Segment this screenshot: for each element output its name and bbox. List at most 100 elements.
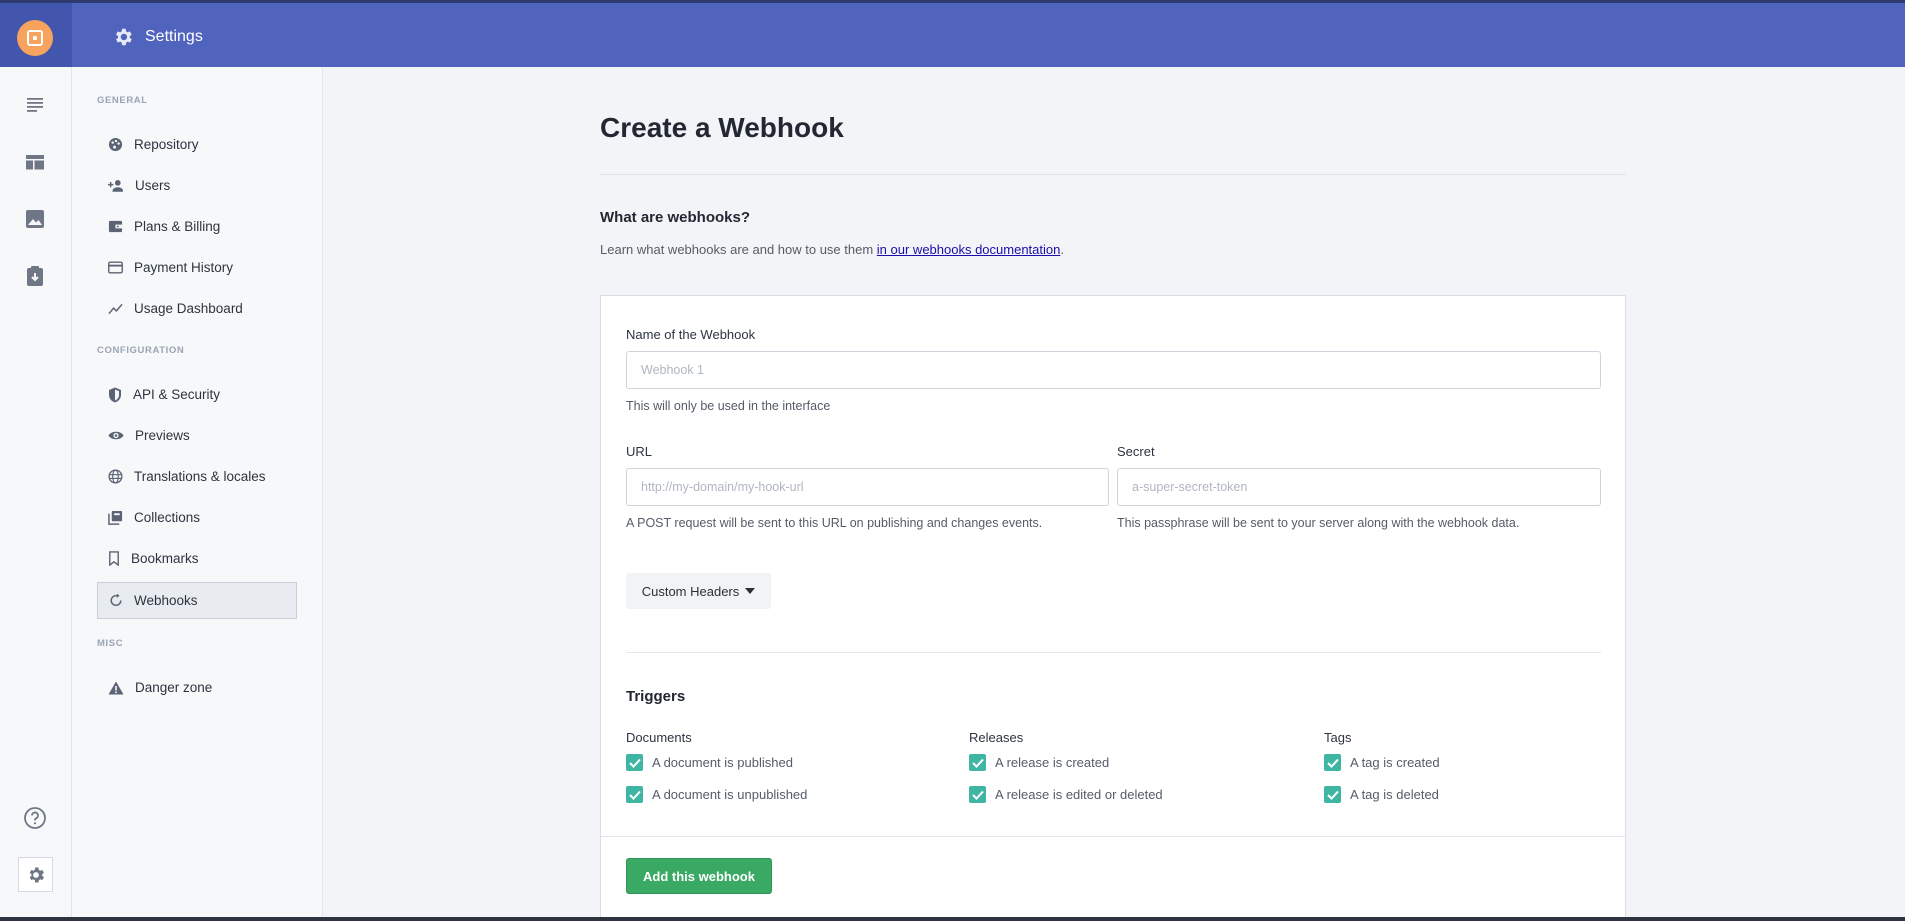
palette-icon	[108, 137, 123, 152]
checkbox-checked[interactable]	[626, 786, 643, 803]
settings-nav-button[interactable]	[18, 857, 53, 892]
webhook-name-input[interactable]	[626, 351, 1601, 389]
footer-divider	[601, 836, 1625, 837]
name-help-text: This will only be used in the interface	[626, 399, 831, 413]
page-title: Create a Webhook	[600, 112, 844, 143]
url-label: URL	[626, 444, 653, 459]
sidebar-item-webhooks[interactable]: Webhooks	[97, 582, 297, 619]
sidebar-item-label: Previews	[135, 428, 190, 443]
form-divider	[626, 652, 1601, 653]
title-divider	[600, 174, 1626, 175]
trigger-label: A tag is created	[1350, 755, 1440, 770]
trigger-tag-created[interactable]: A tag is created	[1324, 754, 1440, 771]
sidebar-item-label: Repository	[134, 137, 199, 152]
left-rail	[0, 67, 72, 921]
logo-area	[0, 3, 72, 67]
add-user-icon	[108, 179, 124, 192]
settings-sidebar: GENERAL Repository Users Plans & Billing…	[72, 67, 323, 921]
custom-types-icon[interactable]	[22, 149, 48, 175]
sidebar-item-label: Users	[135, 178, 171, 193]
trigger-label: A document is unpublished	[652, 787, 808, 802]
webhooks-documentation-link[interactable]: in our webhooks documentation	[877, 242, 1061, 257]
check-icon	[628, 790, 641, 800]
checkbox-checked[interactable]	[969, 754, 986, 771]
sidebar-item-label: Translations & locales	[134, 469, 266, 484]
trigger-label: A document is published	[652, 755, 793, 770]
documents-list-icon[interactable]	[22, 91, 48, 117]
bottom-edge	[0, 917, 1905, 921]
sidebar-item-collections[interactable]: Collections	[97, 499, 297, 536]
trend-chart-icon	[108, 303, 123, 314]
trigger-label: A release is edited or deleted	[995, 787, 1163, 802]
shield-icon	[109, 387, 121, 402]
checkbox-checked[interactable]	[626, 754, 643, 771]
check-icon	[628, 758, 641, 768]
credit-card-icon	[108, 261, 123, 274]
wallet-icon	[108, 220, 123, 233]
warning-icon	[108, 681, 124, 694]
eye-icon	[108, 431, 124, 440]
trigger-release-edited[interactable]: A release is edited or deleted	[969, 786, 1163, 803]
webhook-url-input[interactable]	[626, 468, 1109, 506]
app-logo[interactable]	[17, 20, 53, 56]
sync-icon	[110, 593, 122, 607]
trigger-document-unpublished[interactable]: A document is unpublished	[626, 786, 807, 803]
sidebar-item-label: Usage Dashboard	[134, 301, 243, 316]
custom-headers-button[interactable]: Custom Headers	[626, 573, 771, 609]
caret-down-icon	[745, 588, 756, 594]
collections-icon	[108, 510, 123, 525]
custom-headers-label: Custom Headers	[641, 583, 740, 599]
trigger-group-releases: Releases	[969, 730, 1024, 745]
trigger-tag-deleted[interactable]: A tag is deleted	[1324, 786, 1439, 803]
settings-header: Settings	[112, 26, 203, 48]
webhooks-info-text: Learn what webhooks are and how to use t…	[600, 242, 1064, 257]
url-help-text: A POST request will be sent to this URL …	[626, 516, 1043, 530]
add-webhook-button[interactable]: Add this webhook	[626, 858, 772, 894]
sidebar-item-api-security[interactable]: API & Security	[97, 376, 297, 413]
sidebar-item-bookmarks[interactable]: Bookmarks	[97, 540, 297, 577]
sidebar-item-label: API & Security	[133, 387, 221, 402]
secret-label: Secret	[1117, 444, 1155, 459]
webhook-secret-input[interactable]	[1117, 468, 1601, 506]
gear-icon	[29, 867, 44, 882]
sidebar-item-danger-zone[interactable]: Danger zone	[97, 669, 297, 706]
help-icon[interactable]	[22, 805, 48, 831]
section-configuration: CONFIGURATION	[97, 345, 185, 356]
sidebar-item-usage-dashboard[interactable]: Usage Dashboard	[97, 290, 297, 327]
webhooks-info-title: What are webhooks?	[600, 209, 751, 226]
sidebar-item-previews[interactable]: Previews	[97, 417, 297, 454]
sidebar-item-label: Payment History	[134, 260, 234, 275]
trigger-label: A tag is deleted	[1350, 787, 1439, 802]
check-icon	[971, 758, 984, 768]
trigger-group-tags: Tags	[1324, 730, 1352, 745]
check-icon	[1326, 758, 1339, 768]
bookmark-icon	[109, 551, 119, 566]
gear-icon	[116, 28, 132, 46]
webhook-form-card: Name of the Webhook This will only be us…	[600, 295, 1626, 921]
name-label: Name of the Webhook	[626, 327, 756, 342]
sidebar-item-plans-billing[interactable]: Plans & Billing	[97, 208, 297, 245]
trigger-release-created[interactable]: A release is created	[969, 754, 1109, 771]
sidebar-item-label: Plans & Billing	[134, 219, 221, 234]
checkbox-checked[interactable]	[1324, 786, 1341, 803]
secret-help-text: This passphrase will be sent to your ser…	[1117, 516, 1520, 530]
settings-title: Settings	[145, 28, 203, 45]
section-misc: MISC	[97, 638, 124, 649]
triggers-title: Triggers	[626, 688, 686, 705]
checkbox-checked[interactable]	[969, 786, 986, 803]
sidebar-item-label: Webhooks	[134, 593, 198, 608]
sidebar-item-users[interactable]: Users	[97, 167, 297, 204]
trigger-document-published[interactable]: A document is published	[626, 754, 793, 771]
check-icon	[971, 790, 984, 800]
top-bar: Settings	[0, 0, 1905, 67]
logo-mark	[27, 30, 43, 46]
globe-icon	[108, 469, 123, 484]
checkbox-checked[interactable]	[1324, 754, 1341, 771]
releases-icon[interactable]	[22, 263, 48, 289]
sidebar-item-payment-history[interactable]: Payment History	[97, 249, 297, 286]
trigger-label: A release is created	[995, 755, 1110, 770]
sidebar-item-label: Bookmarks	[131, 551, 199, 566]
sidebar-item-repository[interactable]: Repository	[97, 126, 297, 163]
sidebar-item-translations[interactable]: Translations & locales	[97, 458, 297, 495]
media-library-icon[interactable]	[22, 206, 48, 232]
